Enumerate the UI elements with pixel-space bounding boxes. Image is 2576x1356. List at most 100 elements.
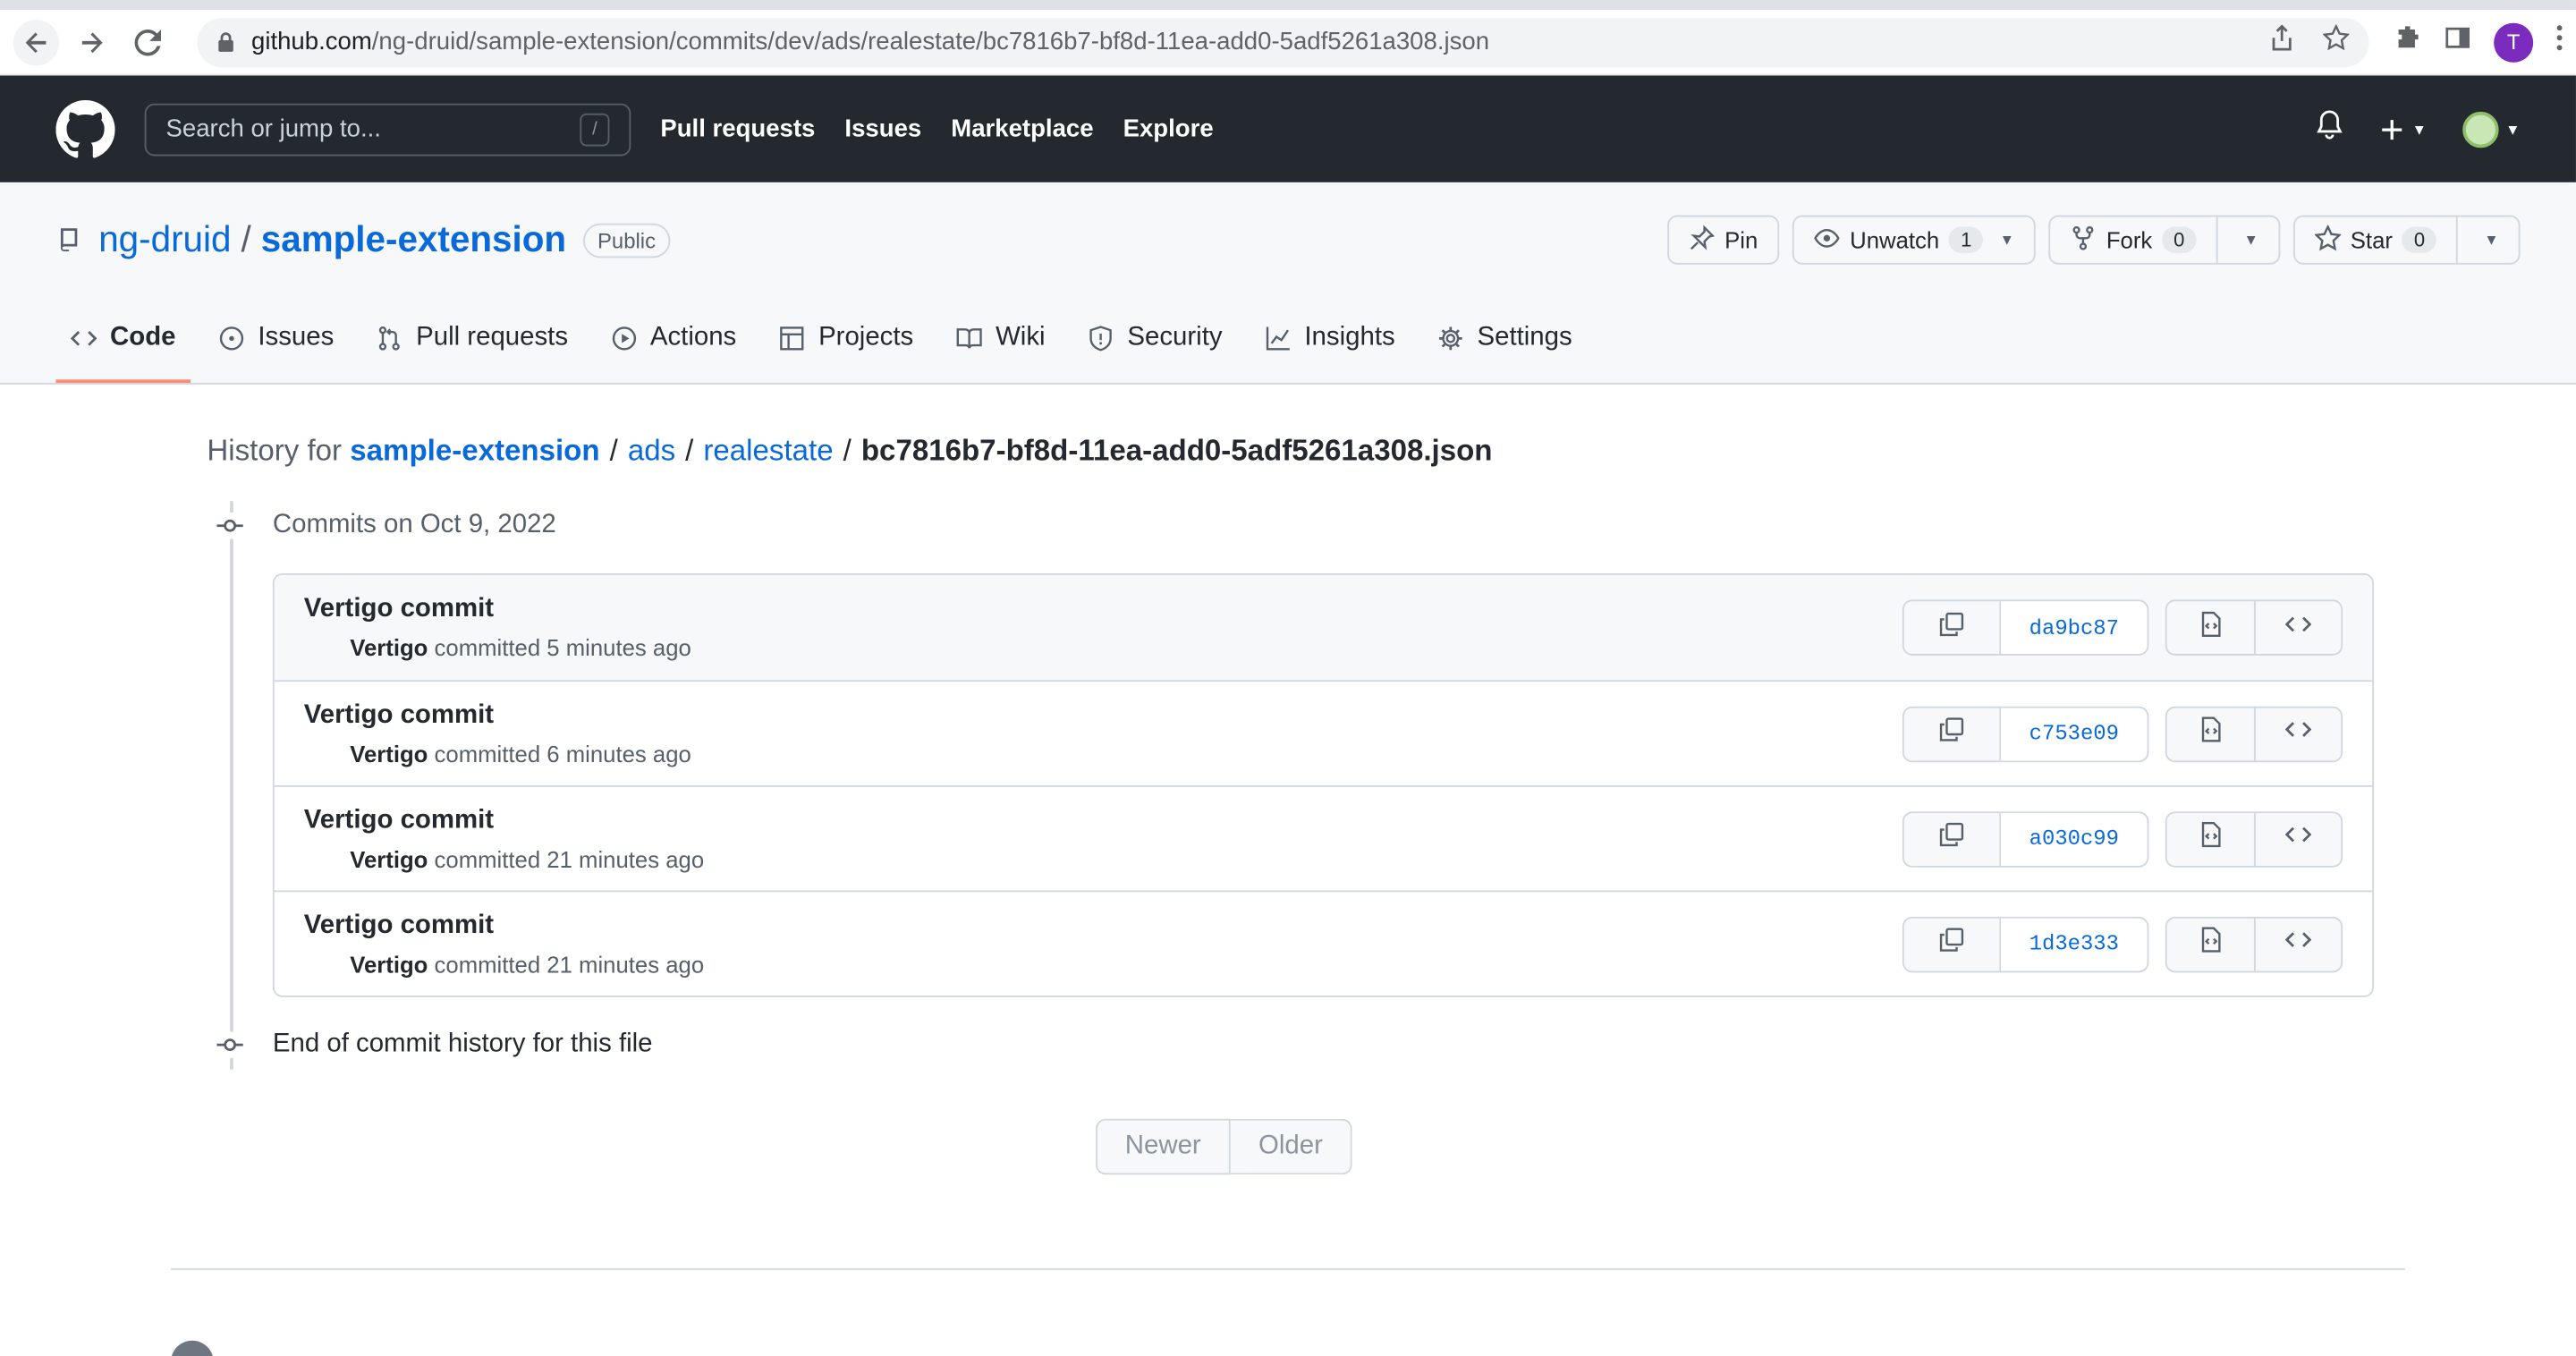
commit-history-end: End of commit history for this file xyxy=(216,1021,2405,1070)
watch-count: 1 xyxy=(1949,226,1984,253)
commit-row: Vertigo commit Vertigo committed 21 minu… xyxy=(274,784,2373,891)
footer-github-logo-icon[interactable] xyxy=(171,1340,214,1356)
share-icon[interactable] xyxy=(2270,24,2293,60)
copy-sha-button[interactable] xyxy=(1904,812,2000,865)
newer-button[interactable]: Newer xyxy=(1095,1118,1231,1175)
nav-explore[interactable]: Explore xyxy=(1123,115,1214,143)
breadcrumb-realestate-link[interactable]: realestate xyxy=(703,434,833,467)
search-placeholder: Search or jump to... xyxy=(165,114,381,143)
tab-label: Wiki xyxy=(996,323,1046,352)
commit-list: Vertigo commit Vertigo committed 5 minut… xyxy=(272,573,2375,997)
git-commit-icon xyxy=(216,513,243,539)
profile-avatar[interactable]: T xyxy=(2494,21,2534,62)
browser-toolbar: github.com/ng-druid/sample-extension/com… xyxy=(0,10,2576,76)
watch-button[interactable]: Unwatch 1 ▼ xyxy=(1792,215,2036,265)
browse-repo-at-commit-button[interactable] xyxy=(2253,812,2341,866)
repo-title: ng-druid / sample-extension Public xyxy=(55,218,671,261)
commit-group-date: Commits on Oct 9, 2022 xyxy=(272,511,556,539)
fork-dropdown[interactable]: ▼ xyxy=(2216,216,2278,263)
tab-label: Security xyxy=(1127,323,1223,352)
repo-header: ng-druid / sample-extension Public Pin U… xyxy=(0,182,2576,385)
commit-title-link[interactable]: Vertigo commit xyxy=(304,595,1902,624)
nav-issues[interactable]: Issues xyxy=(844,115,921,143)
fork-button[interactable]: Fork 0 ▼ xyxy=(2048,215,2280,265)
create-new-plus-icon[interactable]: ▼ xyxy=(2379,115,2427,141)
commit-author-link[interactable]: Vertigo xyxy=(350,740,428,766)
reload-icon[interactable] xyxy=(125,19,171,64)
fork-count: 0 xyxy=(2162,226,2197,253)
bookmark-star-icon[interactable] xyxy=(2322,23,2351,60)
global-search-input[interactable]: Search or jump to... / xyxy=(144,102,631,156)
tab-pull-requests[interactable]: Pull requests xyxy=(362,297,583,383)
commit-author-link[interactable]: Vertigo xyxy=(350,845,428,871)
repo-name-link[interactable]: sample-extension xyxy=(261,218,566,261)
commit-row: Vertigo commit Vertigo committed 6 minut… xyxy=(274,680,2373,785)
visibility-badge: Public xyxy=(582,222,671,258)
extensions-icon[interactable] xyxy=(2395,25,2421,60)
commit-sha-link[interactable]: 1d3e333 xyxy=(1999,917,2148,970)
browse-repo-at-commit-button[interactable] xyxy=(2253,707,2341,760)
commit-verb: committed xyxy=(434,633,541,661)
tab-projects[interactable]: Projects xyxy=(764,297,928,383)
search-shortcut-hint: / xyxy=(580,112,610,146)
pin-icon xyxy=(1689,224,1715,256)
view-file-at-commit-button[interactable] xyxy=(2167,918,2254,970)
forward-icon[interactable] xyxy=(69,19,114,64)
breadcrumb-ads-link[interactable]: ads xyxy=(628,434,675,467)
tab-settings[interactable]: Settings xyxy=(1423,297,1587,383)
tab-actions[interactable]: Actions xyxy=(596,297,751,383)
commit-author-link[interactable]: Vertigo xyxy=(350,951,428,977)
view-file-at-commit-button[interactable] xyxy=(2167,708,2254,760)
git-pull-request-icon xyxy=(377,326,402,352)
nav-marketplace[interactable]: Marketplace xyxy=(951,115,1093,143)
star-dropdown[interactable]: ▼ xyxy=(2456,216,2519,263)
view-file-at-commit-button[interactable] xyxy=(2167,601,2254,654)
breadcrumb-file: bc7816b7-bf8d-11ea-add0-5adf5261a308.jso… xyxy=(860,433,1493,467)
browse-repo-at-commit-button[interactable] xyxy=(2253,601,2341,655)
user-menu[interactable]: ▼ xyxy=(2462,110,2520,148)
fork-icon xyxy=(2070,225,2096,256)
github-logo-icon[interactable] xyxy=(55,99,115,158)
commit-sha-link[interactable]: a030c99 xyxy=(1999,812,2148,866)
pin-button[interactable]: Pin xyxy=(1666,215,1780,265)
address-bar[interactable]: github.com/ng-druid/sample-extension/com… xyxy=(197,17,2369,67)
tab-label: Issues xyxy=(258,323,335,352)
tab-insights[interactable]: Insights xyxy=(1250,297,1410,383)
star-count: 0 xyxy=(2402,226,2436,253)
repo-owner-link[interactable]: ng-druid xyxy=(98,218,231,261)
tab-issues[interactable]: Issues xyxy=(204,297,349,383)
browse-repo-at-commit-button[interactable] xyxy=(2253,917,2341,970)
table-icon xyxy=(779,326,805,352)
graph-icon xyxy=(1265,326,1291,352)
code-icon xyxy=(2284,927,2312,962)
copy-sha-button[interactable] xyxy=(1904,708,2000,760)
copy-sha-button[interactable] xyxy=(1904,601,2000,654)
commit-title-link[interactable]: Vertigo commit xyxy=(304,911,1902,940)
code-icon xyxy=(2284,610,2312,645)
chevron-down-icon: ▼ xyxy=(2484,231,2499,249)
commit-title-link[interactable]: Vertigo commit xyxy=(304,700,1902,730)
file-code-icon xyxy=(2198,716,2224,751)
commit-time: 21 minutes ago xyxy=(547,950,705,977)
commit-author-link[interactable]: Vertigo xyxy=(350,634,428,660)
gear-icon xyxy=(1437,326,1463,352)
notifications-bell-icon[interactable] xyxy=(2317,110,2343,148)
commit-title-link[interactable]: Vertigo commit xyxy=(304,806,1902,835)
tab-security[interactable]: Security xyxy=(1073,297,1237,383)
browser-menu-icon[interactable] xyxy=(2556,25,2563,60)
commit-sha-link[interactable]: da9bc87 xyxy=(1999,601,2148,655)
commit-sha-link[interactable]: c753e09 xyxy=(1999,707,2148,760)
back-icon[interactable] xyxy=(13,19,60,65)
pagination: Newer Older xyxy=(43,1118,2405,1175)
side-panel-icon[interactable] xyxy=(2445,25,2470,60)
tab-code[interactable]: Code xyxy=(55,297,191,383)
breadcrumb-repo-link[interactable]: sample-extension xyxy=(350,434,599,467)
copy-icon xyxy=(1938,716,1964,751)
older-button[interactable]: Older xyxy=(1230,1118,1352,1175)
star-button[interactable]: Star 0 ▼ xyxy=(2292,215,2521,265)
copy-sha-button[interactable] xyxy=(1904,918,2000,970)
commit-time: 6 minutes ago xyxy=(547,740,691,767)
nav-pull-requests[interactable]: Pull requests xyxy=(660,115,815,143)
tab-wiki[interactable]: Wiki xyxy=(941,297,1060,383)
view-file-at-commit-button[interactable] xyxy=(2167,812,2254,865)
